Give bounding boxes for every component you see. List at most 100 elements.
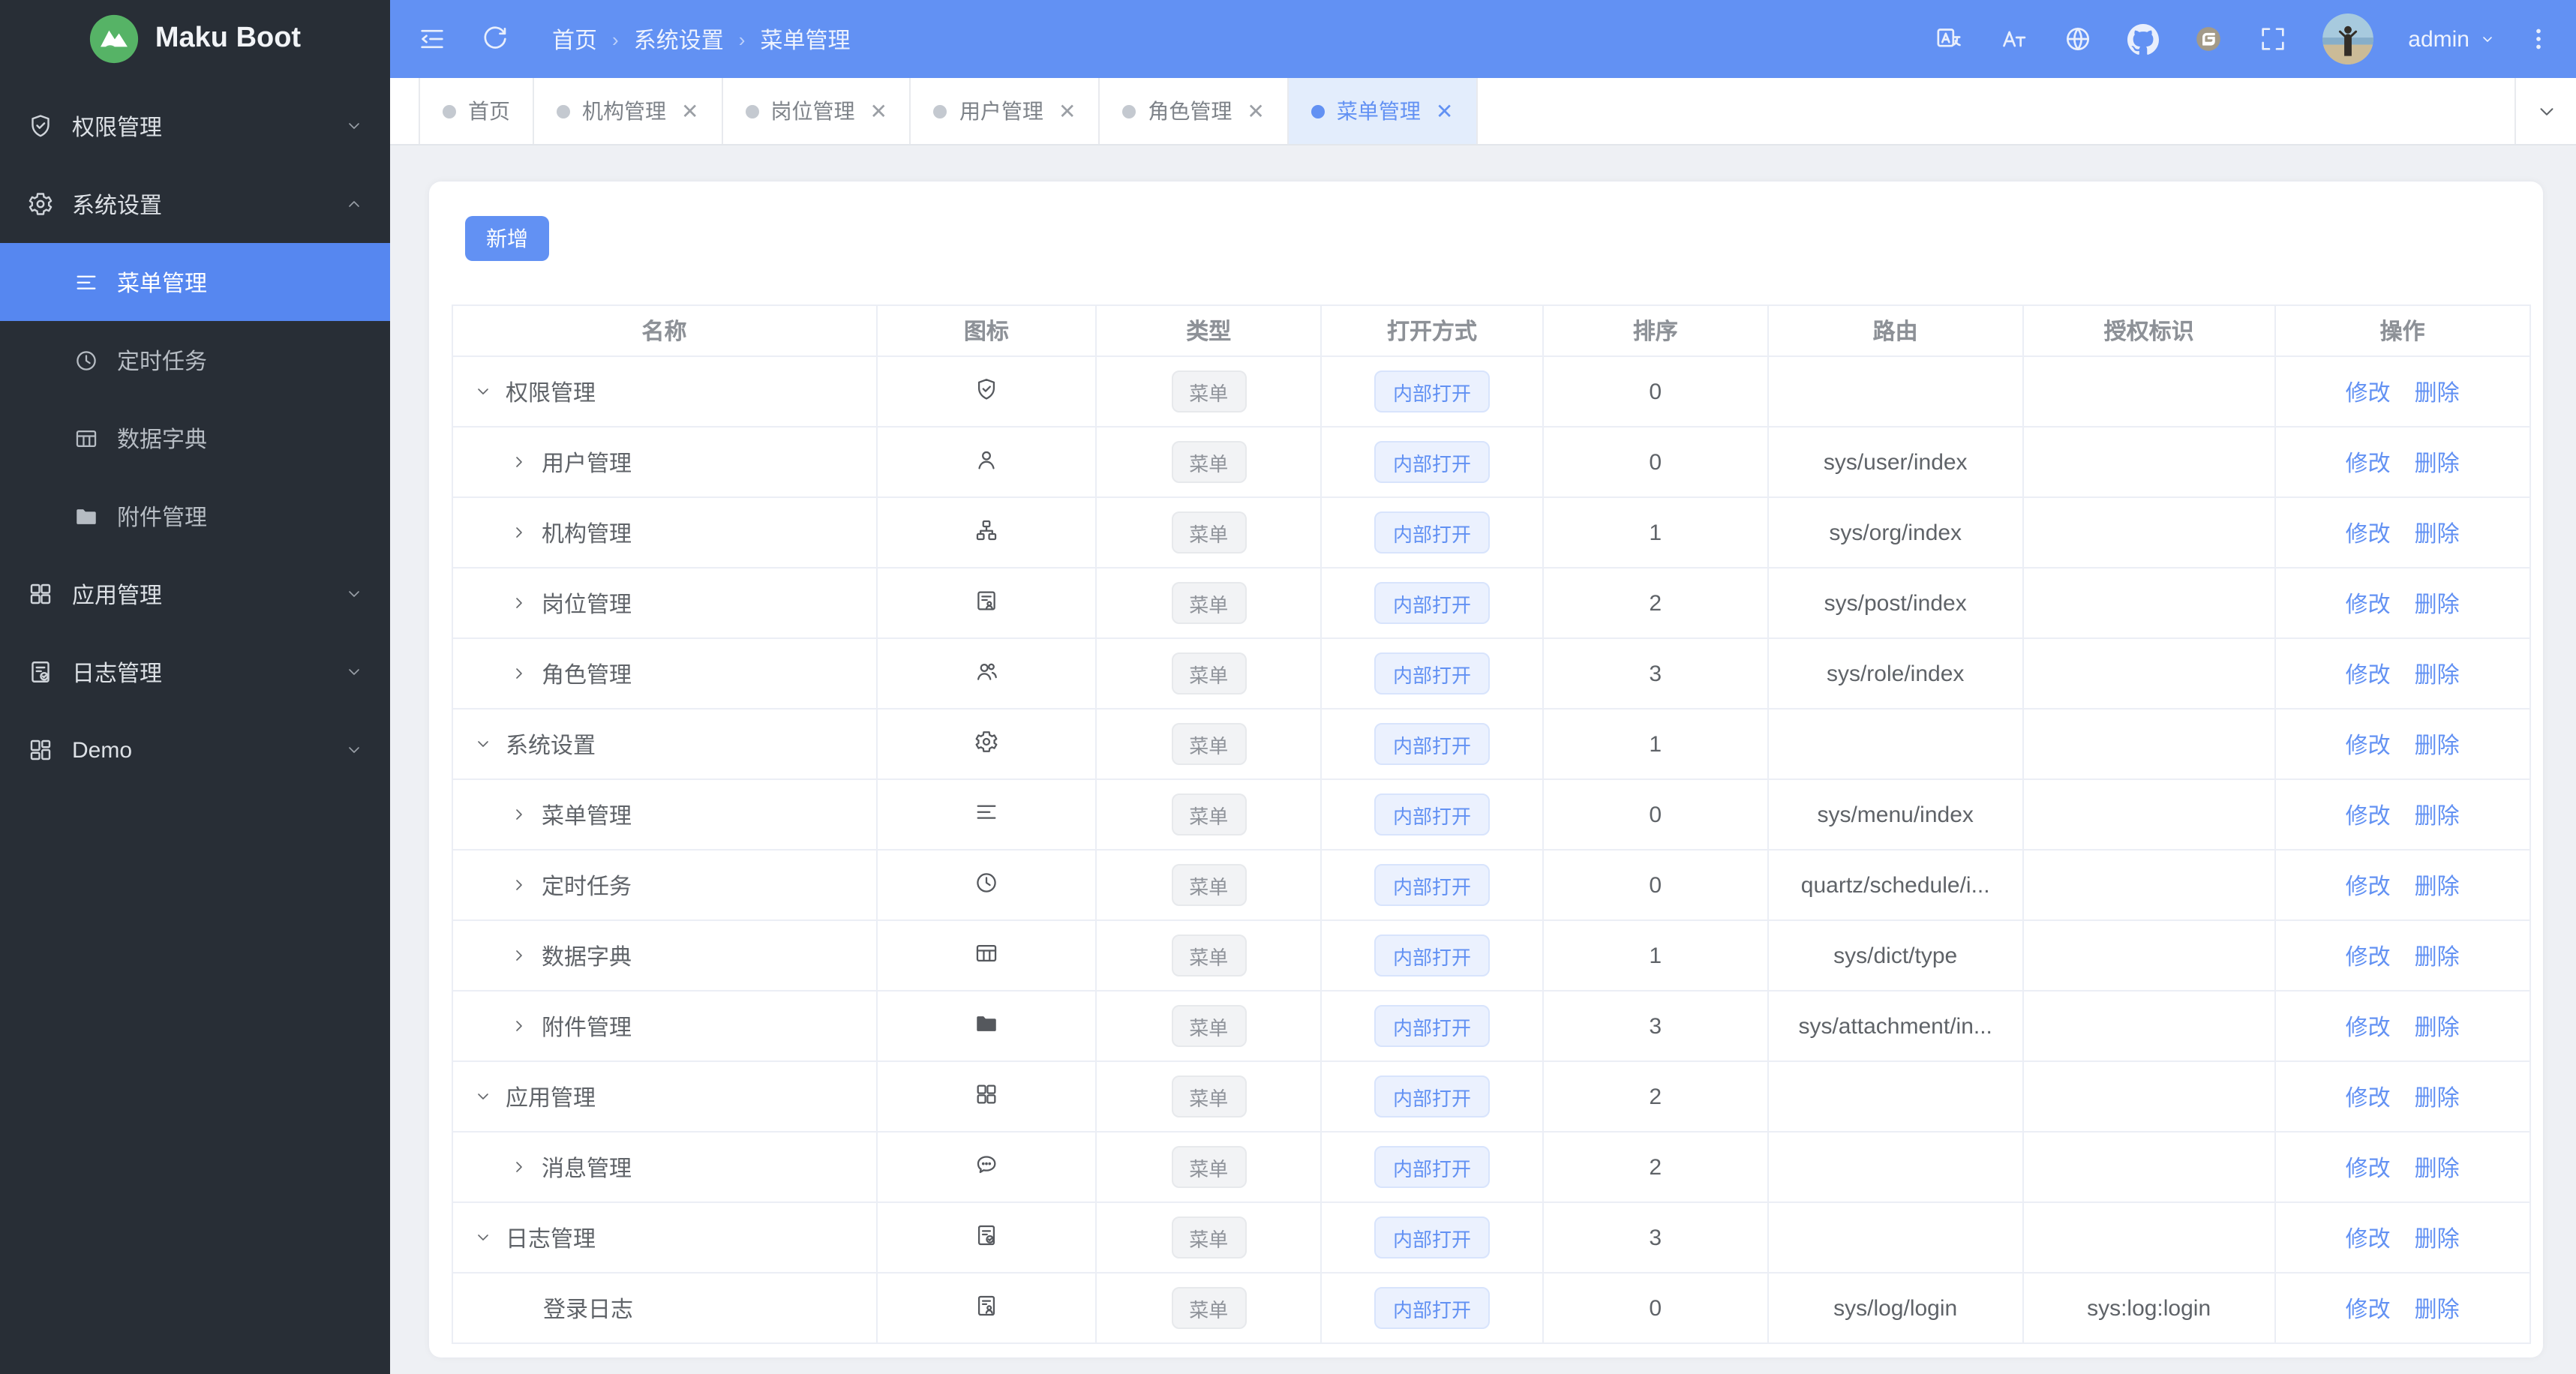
cell-actions: 修改 删除 xyxy=(2274,426,2532,498)
expand-down-icon[interactable] xyxy=(474,735,492,753)
delete-link[interactable]: 删除 xyxy=(2415,451,2460,476)
fullscreen-icon[interactable] xyxy=(2258,24,2288,54)
sidebar-item-menu-mgmt[interactable]: 菜单管理 xyxy=(0,243,390,321)
sidebar-item-scheduled-tasks[interactable]: 定时任务 xyxy=(0,321,390,399)
cell-route xyxy=(1767,356,2025,428)
edit-link[interactable]: 修改 xyxy=(2346,521,2391,547)
close-tab-icon[interactable]: ✕ xyxy=(1247,98,1264,124)
edit-link[interactable]: 修改 xyxy=(2346,944,2391,970)
gitee-icon[interactable] xyxy=(2193,24,2223,54)
delete-link[interactable]: 删除 xyxy=(2415,803,2460,829)
expand-down-icon[interactable] xyxy=(474,1228,492,1246)
sidebar-item-system-settings[interactable]: 系统设置 xyxy=(0,165,390,243)
user-menu[interactable]: admin xyxy=(2408,26,2496,52)
edit-link[interactable]: 修改 xyxy=(2346,874,2391,899)
topbar-left: 首页 › 系统设置 › 菜单管理 xyxy=(417,23,850,55)
edit-link[interactable]: 修改 xyxy=(2346,1156,2391,1181)
delete-link[interactable]: 删除 xyxy=(2415,521,2460,547)
menu-name: 日志管理 xyxy=(506,1226,596,1252)
edit-link[interactable]: 修改 xyxy=(2346,733,2391,758)
github-icon[interactable] xyxy=(2127,23,2160,55)
edit-link[interactable]: 修改 xyxy=(2346,380,2391,406)
delete-link[interactable]: 删除 xyxy=(2415,1297,2460,1322)
close-tab-icon[interactable]: ✕ xyxy=(1058,98,1076,124)
sidebar-item-auth-mgmt[interactable]: 权限管理 xyxy=(0,87,390,165)
delete-link[interactable]: 删除 xyxy=(2415,733,2460,758)
sidebar-item-data-dict[interactable]: 数据字典 xyxy=(0,399,390,477)
edit-link[interactable]: 修改 xyxy=(2346,1015,2391,1040)
expand-right-icon[interactable] xyxy=(510,806,528,824)
tab-org-mgmt[interactable]: 机构管理 ✕ xyxy=(534,78,723,144)
add-button[interactable]: 新增 xyxy=(465,216,549,261)
edit-link[interactable]: 修改 xyxy=(2346,1297,2391,1322)
sidebar-item-log-mgmt[interactable]: 日志管理 xyxy=(0,633,390,711)
expand-right-icon[interactable] xyxy=(510,946,528,964)
cell-sort: 0 xyxy=(1542,1272,1769,1344)
open-mode-tag: 内部打开 xyxy=(1374,864,1489,906)
delete-link[interactable]: 删除 xyxy=(2415,1085,2460,1111)
edit-link[interactable]: 修改 xyxy=(2346,1226,2391,1252)
tab-user-mgmt[interactable]: 用户管理 ✕ xyxy=(911,78,1100,144)
font-size-icon[interactable] xyxy=(1998,24,2028,54)
delete-link[interactable]: 删除 xyxy=(2415,380,2460,406)
delete-link[interactable]: 删除 xyxy=(2415,944,2460,970)
tab-dot xyxy=(745,104,759,118)
table-row: 系统设置 菜单 内部打开 1 修改 删除 xyxy=(452,708,2532,780)
cell-actions: 修改 删除 xyxy=(2274,356,2532,428)
chev-down-icon xyxy=(345,741,363,759)
expand-right-icon[interactable] xyxy=(510,594,528,612)
delete-link[interactable]: 删除 xyxy=(2415,874,2460,899)
expand-down-icon[interactable] xyxy=(474,1088,492,1106)
sidebar-item-app-mgmt[interactable]: 应用管理 xyxy=(0,555,390,633)
delete-link[interactable]: 删除 xyxy=(2415,1015,2460,1040)
collapse-sidebar-icon[interactable] xyxy=(417,24,447,54)
sidebar-menu: 权限管理 系统设置 菜单管理 定时任务 数据字典 附件管理 应用管理 日志管理 Demo xyxy=(0,78,390,1374)
breadcrumb-item[interactable]: 菜单管理 xyxy=(760,23,850,55)
tabs-dropdown-button[interactable] xyxy=(2514,78,2576,144)
edit-link[interactable]: 修改 xyxy=(2346,592,2391,617)
refresh-icon[interactable] xyxy=(480,24,510,54)
edit-link[interactable]: 修改 xyxy=(2346,662,2391,688)
tab-menu-mgmt[interactable]: 菜单管理 ✕ xyxy=(1288,78,1478,144)
cell-icon xyxy=(875,708,1097,780)
delete-link[interactable]: 删除 xyxy=(2415,1226,2460,1252)
translate-icon[interactable] xyxy=(1934,24,1964,54)
edit-link[interactable]: 修改 xyxy=(2346,451,2391,476)
logo-mountain-icon xyxy=(89,14,140,64)
right-column: 首页 › 系统设置 › 菜单管理 admin 首页 机构管理 ✕ 岗位管理 ✕ 用户管理 ✕ 角色管理… xyxy=(390,0,2576,1374)
cell-open-mode: 内部打开 xyxy=(1320,1202,1545,1274)
kebab-menu-icon[interactable] xyxy=(2525,26,2552,52)
tab-home[interactable]: 首页 xyxy=(419,78,534,144)
cell-actions: 修改 删除 xyxy=(2274,1131,2532,1203)
cell-auth xyxy=(2022,356,2276,428)
tab-role-mgmt[interactable]: 角色管理 ✕ xyxy=(1100,78,1289,144)
expand-right-icon[interactable] xyxy=(510,453,528,471)
cell-type: 菜单 xyxy=(1095,1060,1322,1132)
delete-link[interactable]: 删除 xyxy=(2415,1156,2460,1181)
cell-name: 定时任务 xyxy=(452,849,878,921)
breadcrumb-item[interactable]: 首页 xyxy=(552,23,597,55)
delete-link[interactable]: 删除 xyxy=(2415,592,2460,617)
open-mode-tag: 内部打开 xyxy=(1374,934,1489,976)
avatar[interactable] xyxy=(2322,14,2374,64)
close-tab-icon[interactable]: ✕ xyxy=(681,98,698,124)
logo[interactable]: Maku Boot xyxy=(0,0,390,78)
edit-link[interactable]: 修改 xyxy=(2346,1085,2391,1111)
expand-right-icon[interactable] xyxy=(510,1017,528,1035)
expand-down-icon[interactable] xyxy=(474,382,492,400)
close-tab-icon[interactable]: ✕ xyxy=(1436,98,1453,124)
close-tab-icon[interactable]: ✕ xyxy=(869,98,887,124)
tab-post-mgmt[interactable]: 岗位管理 ✕ xyxy=(722,78,911,144)
cell-auth xyxy=(2022,778,2276,850)
sidebar-item-attachment-mgmt[interactable]: 附件管理 xyxy=(0,477,390,555)
open-mode-tag: 内部打开 xyxy=(1374,370,1489,412)
sidebar-item-demo[interactable]: Demo xyxy=(0,711,390,789)
globe-icon[interactable] xyxy=(2063,24,2093,54)
expand-right-icon[interactable] xyxy=(510,664,528,682)
expand-right-icon[interactable] xyxy=(510,524,528,542)
expand-right-icon[interactable] xyxy=(510,876,528,894)
breadcrumb-item[interactable]: 系统设置 xyxy=(634,23,724,55)
edit-link[interactable]: 修改 xyxy=(2346,803,2391,829)
expand-right-icon[interactable] xyxy=(510,1158,528,1176)
delete-link[interactable]: 删除 xyxy=(2415,662,2460,688)
